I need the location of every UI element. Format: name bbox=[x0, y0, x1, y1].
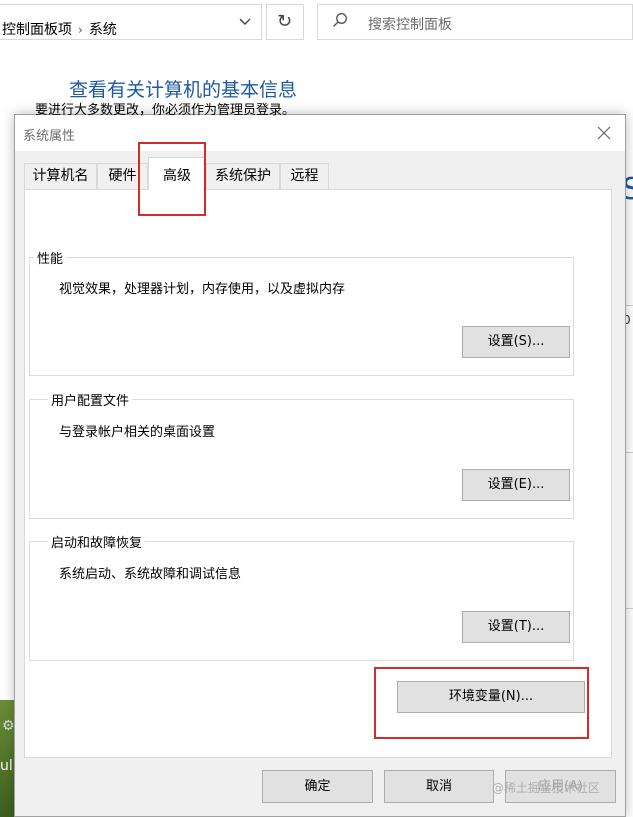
address-bar: 控制面板项 › 系统 ↻ 搜索控制面板 bbox=[0, 0, 633, 44]
performance-group bbox=[29, 257, 574, 376]
tab-remote[interactable]: 远程 bbox=[280, 163, 329, 189]
refresh-icon: ↻ bbox=[277, 11, 293, 32]
startup-recovery-group bbox=[29, 541, 574, 661]
refresh-button[interactable]: ↻ bbox=[266, 4, 304, 40]
admin-notice: 要进行大多数更改，你必须作为管理员登录。 bbox=[35, 103, 296, 118]
user-profiles-description: 与登录帐户相关的桌面设置 bbox=[59, 425, 216, 440]
close-button[interactable] bbox=[591, 121, 617, 145]
close-icon bbox=[597, 126, 611, 140]
breadcrumb-item-system[interactable]: 系统 bbox=[89, 22, 117, 38]
cancel-button[interactable]: 取消 bbox=[384, 770, 494, 803]
desktop-app-sliver: ⚙ ul bbox=[0, 700, 15, 817]
page-title: 查看有关计算机的基本信息 bbox=[69, 79, 298, 101]
breadcrumb-item-control-panel[interactable]: 控制面板项 bbox=[2, 22, 72, 38]
performance-legend: 性能 bbox=[34, 248, 67, 267]
tab-hardware[interactable]: 硬件 bbox=[97, 163, 148, 189]
cut-off-text: ul bbox=[0, 758, 13, 774]
startup-recovery-settings-button[interactable]: 设置(T)... bbox=[462, 611, 570, 643]
startup-recovery-description: 系统启动、系统故障和调试信息 bbox=[59, 567, 242, 582]
dialog-title: 系统属性 bbox=[23, 129, 76, 144]
dialog-titlebar[interactable]: 系统属性 bbox=[15, 115, 625, 151]
search-icon bbox=[333, 13, 347, 27]
performance-settings-button[interactable]: 设置(S)... bbox=[462, 326, 570, 358]
tab-advanced[interactable]: 高级 bbox=[148, 157, 206, 190]
watermark: @稀土掘金技术社区 bbox=[492, 781, 601, 795]
user-profiles-settings-button[interactable]: 设置(E)... bbox=[462, 469, 570, 501]
user-profiles-group bbox=[29, 399, 574, 519]
tab-system-protection[interactable]: 系统保护 bbox=[206, 163, 280, 189]
ok-button[interactable]: 确定 bbox=[262, 770, 373, 803]
breadcrumb[interactable]: 控制面板项 › 系统 bbox=[0, 4, 262, 40]
tab-computer-name[interactable]: 计算机名 bbox=[24, 163, 97, 189]
environment-variables-button[interactable]: 环境变量(N)... bbox=[397, 681, 585, 713]
search-input[interactable]: 搜索控制面板 bbox=[317, 4, 633, 40]
gear-icon: ⚙ bbox=[2, 718, 15, 734]
startup-recovery-legend: 启动和故障恢复 bbox=[48, 532, 146, 551]
search-placeholder: 搜索控制面板 bbox=[368, 17, 452, 33]
chevron-down-icon[interactable] bbox=[238, 15, 252, 33]
user-profiles-legend: 用户配置文件 bbox=[48, 390, 133, 409]
performance-description: 视觉效果，处理器计划，内存使用，以及虚拟内存 bbox=[59, 282, 346, 297]
breadcrumb-separator: › bbox=[78, 23, 83, 37]
